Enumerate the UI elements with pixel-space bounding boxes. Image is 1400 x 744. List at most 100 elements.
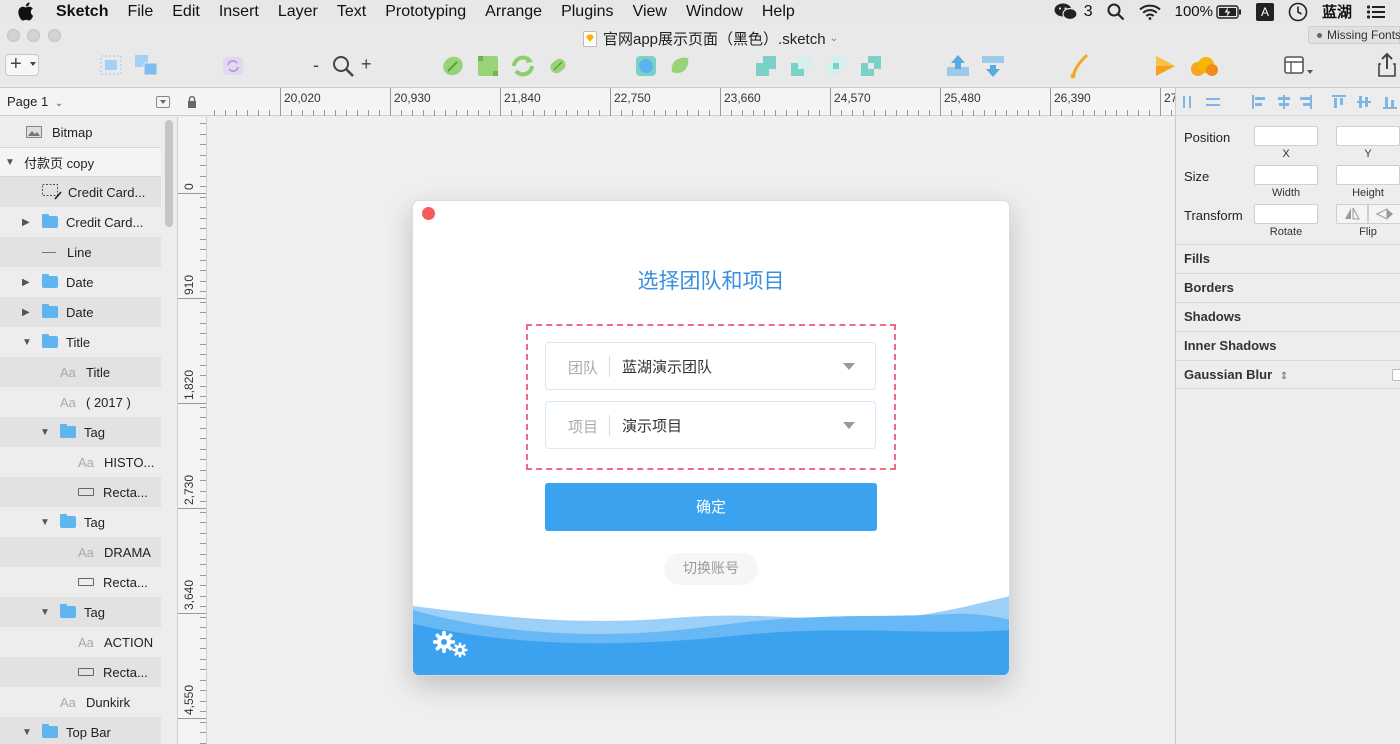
- layer-row[interactable]: ▶ Date: [0, 267, 161, 297]
- layer-row[interactable]: Aa Dunkirk: [0, 687, 161, 717]
- missing-fonts-button[interactable]: Missing Fonts: [1308, 26, 1400, 44]
- layer-row[interactable]: Aa Title: [0, 357, 161, 387]
- disclosure-closed-icon[interactable]: ▶: [22, 277, 30, 288]
- artboard-dialog[interactable]: 选择团队和项目 团队 蓝湖演示团队 项目 演示项目 确定 切换账号: [412, 200, 1010, 676]
- mask-icon[interactable]: [634, 54, 658, 78]
- disclosure-open-icon[interactable]: ▼: [5, 157, 15, 168]
- team-select[interactable]: 团队 蓝湖演示团队: [545, 342, 876, 390]
- apple-icon[interactable]: [17, 2, 35, 21]
- battery-status[interactable]: 100%: [1175, 3, 1242, 20]
- backward-icon[interactable]: [980, 53, 1006, 79]
- height-field[interactable]: [1336, 165, 1400, 185]
- layer-row[interactable]: Bitmap: [0, 117, 161, 147]
- close-window-button[interactable]: [7, 29, 20, 42]
- flatten-icon[interactable]: [546, 54, 570, 78]
- user-name[interactable]: 蓝湖: [1322, 1, 1352, 22]
- layers-scrollbar[interactable]: [165, 120, 173, 227]
- layer-row[interactable]: ▶ Date: [0, 297, 161, 327]
- disclosure-closed-icon[interactable]: ▶: [22, 307, 30, 318]
- menu-text[interactable]: Text: [337, 3, 366, 21]
- flip-horizontal-button[interactable]: [1336, 204, 1368, 224]
- menu-window[interactable]: Window: [686, 3, 743, 21]
- settings-gear-icon[interactable]: [433, 631, 469, 659]
- input-method-icon[interactable]: A: [1255, 2, 1274, 21]
- layer-row[interactable]: Recta...: [0, 477, 161, 507]
- view-toggle-button[interactable]: [1283, 54, 1317, 78]
- collapse-pages-icon[interactable]: [156, 96, 170, 108]
- preview-icon[interactable]: [1153, 54, 1177, 78]
- gaussian-blur-section[interactable]: Gaussian Blur ⇕: [1176, 360, 1400, 389]
- disclosure-open-icon[interactable]: ▼: [22, 727, 32, 738]
- menu-plugins[interactable]: Plugins: [561, 3, 613, 21]
- menu-app-name[interactable]: Sketch: [56, 3, 108, 21]
- insert-button[interactable]: +: [5, 53, 39, 76]
- zoom-out-button[interactable]: -: [313, 55, 319, 76]
- disclosure-open-icon[interactable]: ▼: [40, 427, 50, 438]
- scale-icon[interactable]: [668, 54, 692, 78]
- lock-icon[interactable]: [187, 95, 197, 109]
- zoom-in-button[interactable]: +: [361, 54, 372, 75]
- menu-insert[interactable]: Insert: [219, 3, 259, 21]
- subtract-icon[interactable]: [789, 54, 813, 78]
- stepper-chevron-icon[interactable]: ⇕: [1280, 371, 1288, 382]
- intersect-icon[interactable]: [824, 54, 848, 78]
- layer-row[interactable]: Aa ( 2017 ): [0, 387, 161, 417]
- wifi-icon[interactable]: [1138, 4, 1161, 20]
- layer-row[interactable]: ▼ Tag: [0, 417, 161, 447]
- disclosure-open-icon[interactable]: ▼: [22, 337, 32, 348]
- layer-row[interactable]: Recta...: [0, 567, 161, 597]
- borders-section[interactable]: Borders: [1176, 273, 1400, 302]
- layer-row[interactable]: ▶ Credit Card...: [0, 207, 161, 237]
- alignment-icons[interactable]: [1176, 88, 1400, 116]
- layer-row[interactable]: ▼ Title: [0, 327, 161, 357]
- group-icon[interactable]: [100, 55, 122, 75]
- y-field[interactable]: [1336, 126, 1400, 146]
- project-select[interactable]: 项目 演示项目: [545, 401, 876, 449]
- close-dot-icon[interactable]: [422, 207, 435, 220]
- difference-icon[interactable]: [859, 54, 883, 78]
- fills-section[interactable]: Fills: [1176, 244, 1400, 273]
- menu-arrange[interactable]: Arrange: [485, 3, 542, 21]
- export-icon[interactable]: [1377, 52, 1397, 78]
- zoom-window-button[interactable]: [48, 29, 61, 42]
- wechat-status[interactable]: 3: [1054, 3, 1093, 21]
- layer-row[interactable]: Line: [0, 237, 161, 267]
- layer-row[interactable]: Aa DRAMA: [0, 537, 161, 567]
- time-machine-icon[interactable]: [1288, 2, 1308, 22]
- blur-checkbox[interactable]: [1392, 369, 1400, 381]
- width-field[interactable]: [1254, 165, 1318, 185]
- menu-help[interactable]: Help: [762, 3, 795, 21]
- edit-icon[interactable]: [441, 54, 465, 78]
- spotlight-icon[interactable]: [1107, 3, 1125, 21]
- menu-edit[interactable]: Edit: [172, 3, 200, 21]
- document-title[interactable]: 官网app展示页面（黑色）.sketch ⌄: [583, 28, 838, 49]
- disclosure-open-icon[interactable]: ▼: [40, 517, 50, 528]
- menu-view[interactable]: View: [633, 3, 667, 21]
- confirm-button[interactable]: 确定: [545, 483, 877, 531]
- minimize-window-button[interactable]: [27, 29, 40, 42]
- forward-icon[interactable]: [945, 53, 971, 79]
- union-icon[interactable]: [754, 54, 778, 78]
- menu-layer[interactable]: Layer: [278, 3, 318, 21]
- switch-account-button[interactable]: 切换账号: [664, 553, 758, 585]
- rotate-field[interactable]: [1254, 204, 1318, 224]
- layer-row[interactable]: Aa ACTION: [0, 627, 161, 657]
- menu-file[interactable]: File: [127, 3, 153, 21]
- shadows-section[interactable]: Shadows: [1176, 302, 1400, 331]
- layer-row[interactable]: ▼ Tag: [0, 507, 161, 537]
- inner-shadows-section[interactable]: Inner Shadows: [1176, 331, 1400, 360]
- layer-row[interactable]: Aa HISTO...: [0, 447, 161, 477]
- flip-vertical-button[interactable]: [1368, 204, 1400, 224]
- x-field[interactable]: [1254, 126, 1318, 146]
- menu-prototyping[interactable]: Prototyping: [385, 3, 466, 21]
- ungroup-icon[interactable]: [134, 54, 160, 76]
- disclosure-closed-icon[interactable]: ▶: [22, 217, 30, 228]
- layer-row-artboard[interactable]: ▼ 付款页 copy: [0, 147, 161, 177]
- transform-icon[interactable]: [476, 54, 500, 78]
- craft-plugin-icon[interactable]: [1067, 53, 1091, 79]
- layer-row[interactable]: Recta...: [0, 657, 161, 687]
- create-symbol-icon[interactable]: [222, 56, 244, 76]
- layer-row[interactable]: ▼ Tag: [0, 597, 161, 627]
- rotate-icon[interactable]: [510, 54, 536, 78]
- disclosure-open-icon[interactable]: ▼: [40, 607, 50, 618]
